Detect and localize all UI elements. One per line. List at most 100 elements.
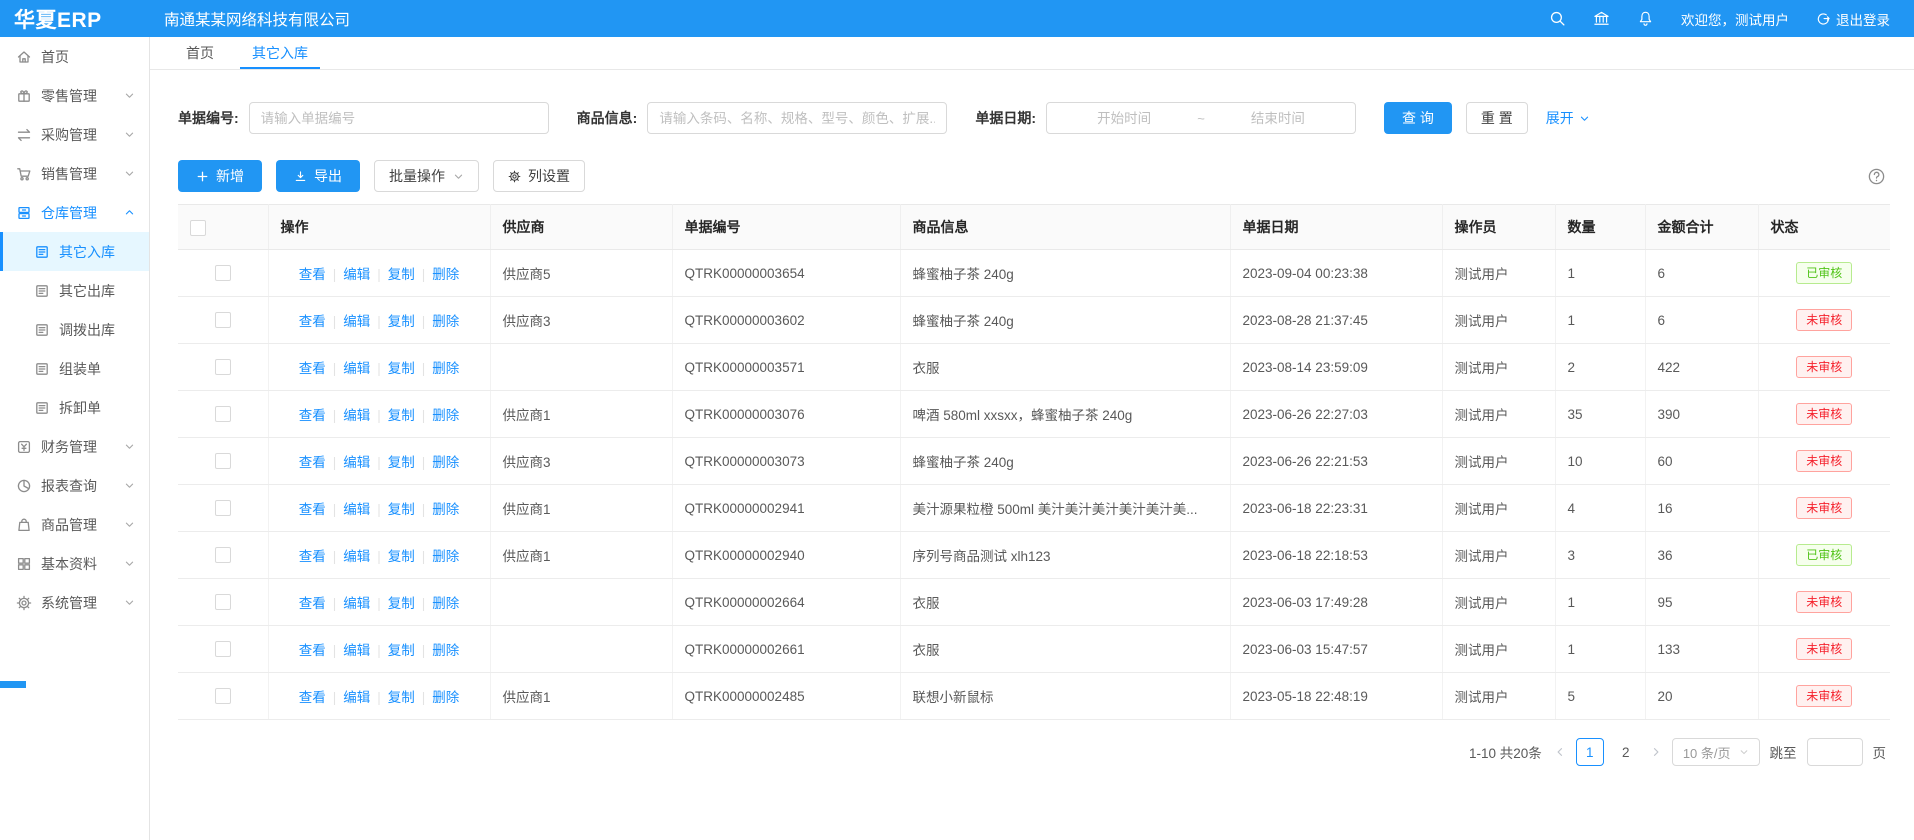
sidebar-item-disassembly-order[interactable]: 拆卸单 [0,388,149,427]
prev-page-button[interactable] [1554,746,1566,758]
action-view-link[interactable]: 查看 [299,502,326,517]
row-checkbox[interactable] [215,406,231,422]
expand-link[interactable]: 展开 [1546,108,1590,128]
reset-button[interactable]: 重 置 [1466,102,1528,134]
column-header: 数量 [1555,205,1645,250]
action-view-link[interactable]: 查看 [299,267,326,282]
action-copy-link[interactable]: 复制 [388,408,415,423]
action-delete-link[interactable]: 删除 [432,690,459,705]
action-edit-link[interactable]: 编辑 [343,690,370,705]
row-checkbox[interactable] [215,453,231,469]
sidebar-item-label: 系统管理 [41,593,97,613]
sidebar-item-label: 其它入库 [59,242,115,262]
row-actions: 查看|编辑|复制|删除 [268,391,490,438]
row-checkbox[interactable] [215,547,231,563]
select-all-checkbox[interactable] [190,220,206,236]
bank-icon[interactable] [1593,10,1610,27]
sidebar-item-goods-mgmt[interactable]: 商品管理 [0,505,149,544]
search-button[interactable]: 查 询 [1384,102,1452,134]
supplier-cell: 供应商1 [490,673,672,720]
action-copy-link[interactable]: 复制 [388,549,415,564]
action-delete-link[interactable]: 删除 [432,361,459,376]
tab-other-inbound[interactable]: 其它入库 [236,37,324,69]
app-logo[interactable]: 华夏ERP [0,4,150,34]
action-delete-link[interactable]: 删除 [432,643,459,658]
action-view-link[interactable]: 查看 [299,361,326,376]
row-checkbox[interactable] [215,688,231,704]
action-delete-link[interactable]: 删除 [432,596,459,611]
sidebar-item-assembly-order[interactable]: 组装单 [0,349,149,388]
action-delete-link[interactable]: 删除 [432,408,459,423]
sidebar-item-home[interactable]: 首页 [0,37,149,76]
action-edit-link[interactable]: 编辑 [343,549,370,564]
action-copy-link[interactable]: 复制 [388,314,415,329]
action-copy-link[interactable]: 复制 [388,690,415,705]
action-edit-link[interactable]: 编辑 [343,408,370,423]
action-copy-link[interactable]: 复制 [388,361,415,376]
action-view-link[interactable]: 查看 [299,314,326,329]
next-page-button[interactable] [1650,746,1662,758]
jump-input[interactable] [1807,738,1863,766]
action-view-link[interactable]: 查看 [299,408,326,423]
page-button-1[interactable]: 1 [1576,738,1604,766]
row-checkbox[interactable] [215,265,231,281]
row-checkbox[interactable] [215,312,231,328]
finance-icon [16,439,32,455]
row-checkbox[interactable] [215,500,231,516]
action-copy-link[interactable]: 复制 [388,455,415,470]
sidebar-item-retail-mgmt[interactable]: 零售管理 [0,76,149,115]
batch-actions-button[interactable]: 批量操作 [374,160,479,192]
sidebar-item-other-inbound[interactable]: 其它入库 [0,232,149,271]
action-edit-link[interactable]: 编辑 [343,596,370,611]
action-copy-link[interactable]: 复制 [388,596,415,611]
date-cell: 2023-06-03 17:49:28 [1230,579,1442,626]
action-edit-link[interactable]: 编辑 [343,455,370,470]
add-button[interactable]: 新增 [178,160,262,192]
date-end-input[interactable] [1209,111,1347,126]
sidebar-item-transfer-outbound[interactable]: 调拨出库 [0,310,149,349]
bill-no-input[interactable] [249,102,549,134]
page-button-2[interactable]: 2 [1612,738,1640,766]
sidebar-item-warehouse-mgmt[interactable]: 仓库管理 [0,193,149,232]
date-start-input[interactable] [1055,111,1193,126]
action-edit-link[interactable]: 编辑 [343,643,370,658]
sidebar-item-other-outbound[interactable]: 其它出库 [0,271,149,310]
date-range-picker[interactable]: ~ [1046,102,1356,134]
sidebar-item-purchase-mgmt[interactable]: 采购管理 [0,115,149,154]
sidebar-item-report-query[interactable]: 报表查询 [0,466,149,505]
sidebar-item-finance-mgmt[interactable]: 财务管理 [0,427,149,466]
action-edit-link[interactable]: 编辑 [343,267,370,282]
page-size-select[interactable]: 10 条/页 [1672,738,1760,766]
action-copy-link[interactable]: 复制 [388,643,415,658]
product-input[interactable] [647,102,947,134]
action-delete-link[interactable]: 删除 [432,455,459,470]
action-delete-link[interactable]: 删除 [432,267,459,282]
action-edit-link[interactable]: 编辑 [343,502,370,517]
action-copy-link[interactable]: 复制 [388,267,415,282]
tab-home[interactable]: 首页 [170,37,230,69]
action-view-link[interactable]: 查看 [299,690,326,705]
logout-button[interactable]: 退出登录 [1816,9,1890,29]
action-view-link[interactable]: 查看 [299,455,326,470]
action-view-link[interactable]: 查看 [299,596,326,611]
action-delete-link[interactable]: 删除 [432,549,459,564]
column-settings-button[interactable]: 列设置 [493,160,585,192]
row-checkbox[interactable] [215,594,231,610]
action-copy-link[interactable]: 复制 [388,502,415,517]
action-view-link[interactable]: 查看 [299,643,326,658]
row-checkbox[interactable] [215,641,231,657]
help-icon[interactable] [1867,167,1886,186]
sidebar-item-basic-data[interactable]: 基本资料 [0,544,149,583]
search-icon[interactable] [1549,10,1566,27]
action-edit-link[interactable]: 编辑 [343,361,370,376]
action-delete-link[interactable]: 删除 [432,314,459,329]
sidebar-item-sales-mgmt[interactable]: 销售管理 [0,154,149,193]
export-button[interactable]: 导出 [276,160,360,192]
action-view-link[interactable]: 查看 [299,549,326,564]
action-delete-link[interactable]: 删除 [432,502,459,517]
sidebar-item-system-mgmt[interactable]: 系统管理 [0,583,149,622]
bell-icon[interactable] [1637,10,1654,27]
chevron-down-icon [124,519,135,530]
row-checkbox[interactable] [215,359,231,375]
action-edit-link[interactable]: 编辑 [343,314,370,329]
